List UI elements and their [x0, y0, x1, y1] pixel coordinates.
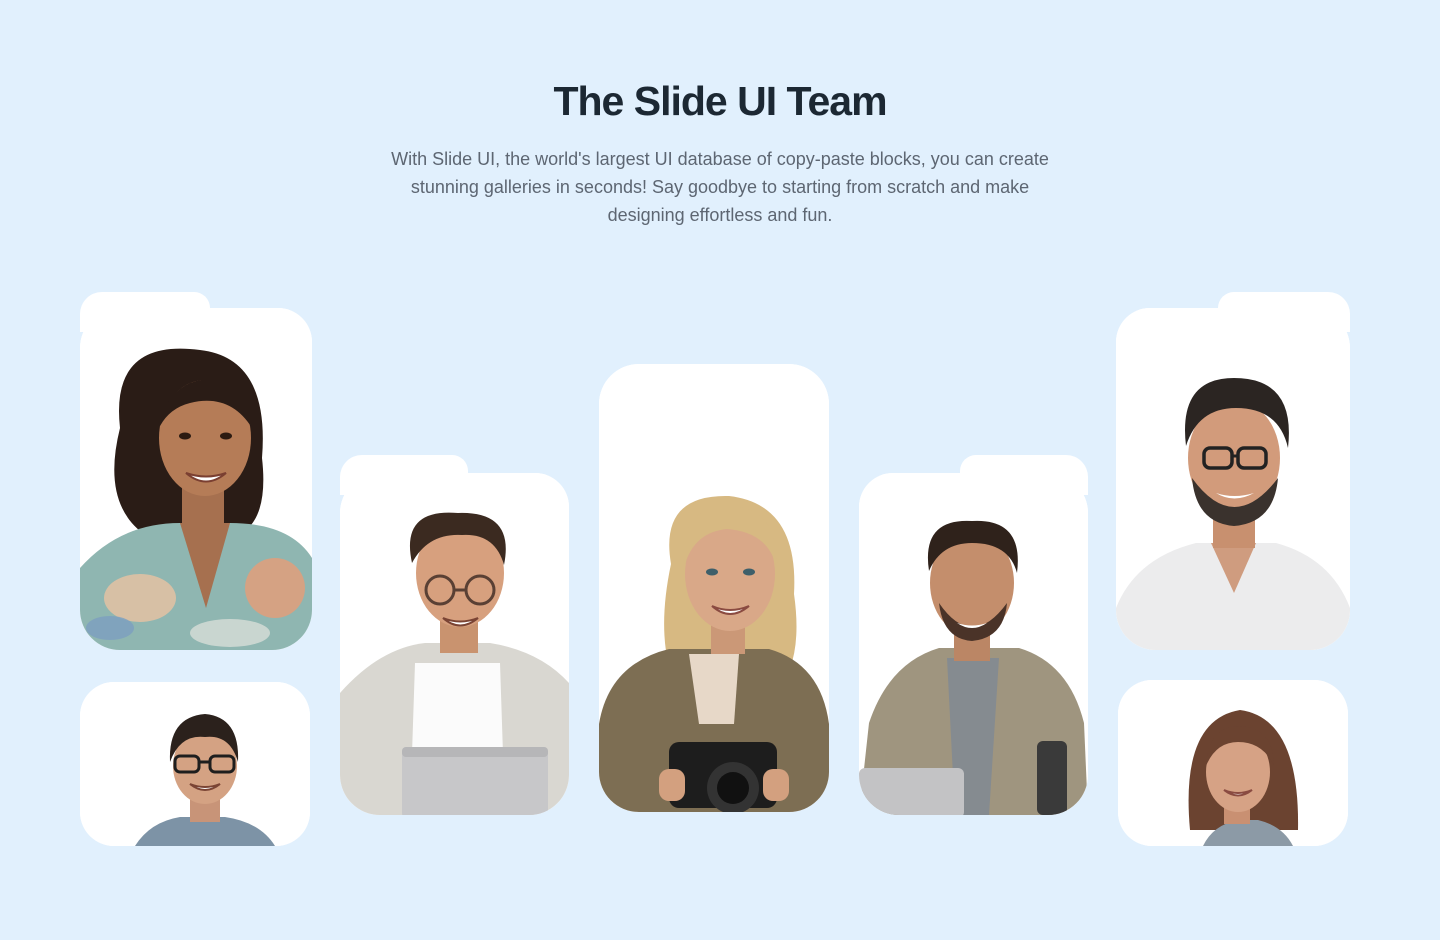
section-description: With Slide UI, the world's largest UI da…	[391, 149, 1049, 225]
team-card-7[interactable]	[1118, 680, 1348, 846]
team-card-6[interactable]	[1116, 292, 1350, 650]
team-member-photo	[340, 512, 569, 815]
team-card-3[interactable]	[340, 455, 569, 815]
team-member-photo	[859, 520, 1088, 815]
team-member-photo	[135, 714, 275, 846]
team-member-photo	[80, 348, 312, 650]
team-member-photo	[1188, 710, 1299, 846]
team-member-photo	[599, 495, 829, 812]
team-member-photo	[1116, 378, 1350, 650]
team-card-5[interactable]	[859, 455, 1088, 815]
team-card-4[interactable]	[599, 364, 829, 812]
section-title: The Slide UI Team	[553, 78, 887, 124]
team-card-1[interactable]	[80, 292, 312, 650]
team-card-2[interactable]	[80, 682, 310, 846]
